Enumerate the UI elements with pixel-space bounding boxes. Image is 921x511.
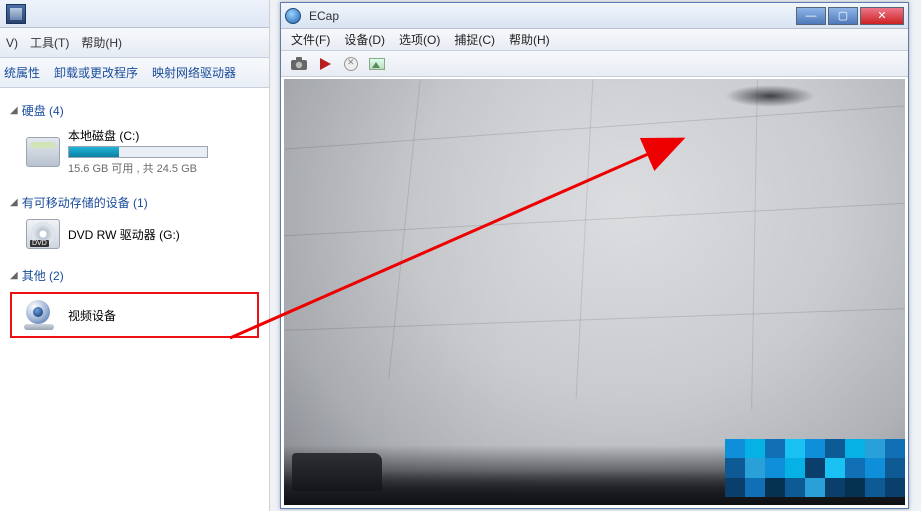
menu-options[interactable]: 选项(O) — [399, 31, 440, 48]
maximize-button[interactable]: ▢ — [828, 7, 858, 25]
ecap-titlebar[interactable]: ECap — ▢ ✕ — [281, 3, 908, 29]
ceiling-seam — [284, 203, 904, 236]
menu-tools[interactable]: 工具(T) — [30, 34, 69, 51]
video-shadow — [725, 85, 815, 107]
close-button[interactable]: ✕ — [860, 7, 904, 25]
toolbar-system-properties[interactable]: 统属性 — [4, 64, 40, 81]
ecap-window: ECap — ▢ ✕ 文件(F) 设备(D) 选项(O) 捕捉(C) 帮助(H) — [280, 2, 909, 509]
dvd-drive-name: DVD RW 驱动器 (G:) — [68, 226, 261, 243]
chevron-down-icon: ◢ — [10, 105, 18, 116]
category-other[interactable]: ◢ 其他 (2) — [4, 263, 265, 288]
category-label: 有可移动存储的设备 (1) — [22, 194, 148, 211]
ecap-title-text: ECap — [309, 9, 796, 23]
category-label: 其他 (2) — [22, 267, 64, 284]
video-foreground-object — [292, 453, 382, 491]
menu-file[interactable]: 文件(F) — [291, 31, 330, 48]
webcam-icon — [24, 300, 58, 330]
picture-icon[interactable] — [369, 56, 385, 72]
chevron-down-icon: ◢ — [10, 270, 18, 281]
capacity-bar — [68, 146, 208, 158]
ceiling-seam — [751, 79, 758, 409]
toolbar-uninstall[interactable]: 卸载或更改程序 — [54, 64, 138, 81]
ecap-menubar: 文件(F) 设备(D) 选项(O) 捕捉(C) 帮助(H) — [281, 29, 908, 51]
menu-device[interactable]: 设备(D) — [344, 31, 385, 48]
explorer-menubar: V) 工具(T) 帮助(H) — [0, 28, 269, 58]
drive-info: 本地磁盘 (C:) 15.6 GB 可用 , 共 24.5 GB — [68, 127, 261, 176]
ceiling-seam — [285, 105, 905, 149]
drive-name: 本地磁盘 (C:) — [68, 127, 261, 144]
drive-c-row[interactable]: 本地磁盘 (C:) 15.6 GB 可用 , 共 24.5 GB — [4, 123, 265, 180]
explorer-body: ◢ 硬盘 (4) 本地磁盘 (C:) 15.6 GB 可用 , 共 24.5 G… — [0, 88, 269, 338]
ceiling-seam — [284, 308, 905, 331]
ecap-toolbar — [281, 51, 908, 77]
menu-help[interactable]: 帮助(H) — [509, 31, 550, 48]
category-removable[interactable]: ◢ 有可移动存储的设备 (1) — [4, 190, 265, 215]
category-label: 硬盘 (4) — [22, 102, 64, 119]
explorer-window: V) 工具(T) 帮助(H) 统属性 卸载或更改程序 映射网络驱动器 ◢ 硬盘 … — [0, 0, 270, 511]
snapshot-icon[interactable] — [291, 56, 307, 72]
record-icon[interactable] — [317, 56, 333, 72]
stop-icon[interactable] — [343, 56, 359, 72]
capacity-fill — [69, 147, 119, 157]
chevron-down-icon: ◢ — [10, 197, 18, 208]
ecap-logo-icon — [285, 8, 301, 24]
minimize-button[interactable]: — — [796, 7, 826, 25]
menu-help[interactable]: 帮助(H) — [81, 34, 122, 51]
video-device-name: 视频设备 — [68, 307, 116, 324]
video-preview — [284, 79, 905, 505]
menu-view[interactable]: V) — [6, 36, 18, 50]
menu-capture[interactable]: 捕捉(C) — [454, 31, 495, 48]
pixelated-overlay — [725, 439, 905, 497]
toolbar-map-drive[interactable]: 映射网络驱动器 — [152, 64, 236, 81]
hard-drive-icon — [26, 137, 60, 167]
category-hard-drives[interactable]: ◢ 硬盘 (4) — [4, 98, 265, 123]
explorer-toolbar: 统属性 卸载或更改程序 映射网络驱动器 — [0, 58, 269, 88]
dvd-drive-icon — [26, 219, 60, 249]
desktop-icon — [6, 4, 26, 24]
dvd-drive-row[interactable]: DVD RW 驱动器 (G:) — [4, 215, 265, 253]
explorer-titlebar[interactable] — [0, 0, 269, 28]
capacity-text: 15.6 GB 可用 , 共 24.5 GB — [68, 160, 261, 176]
video-device-row[interactable]: 视频设备 — [10, 292, 259, 338]
